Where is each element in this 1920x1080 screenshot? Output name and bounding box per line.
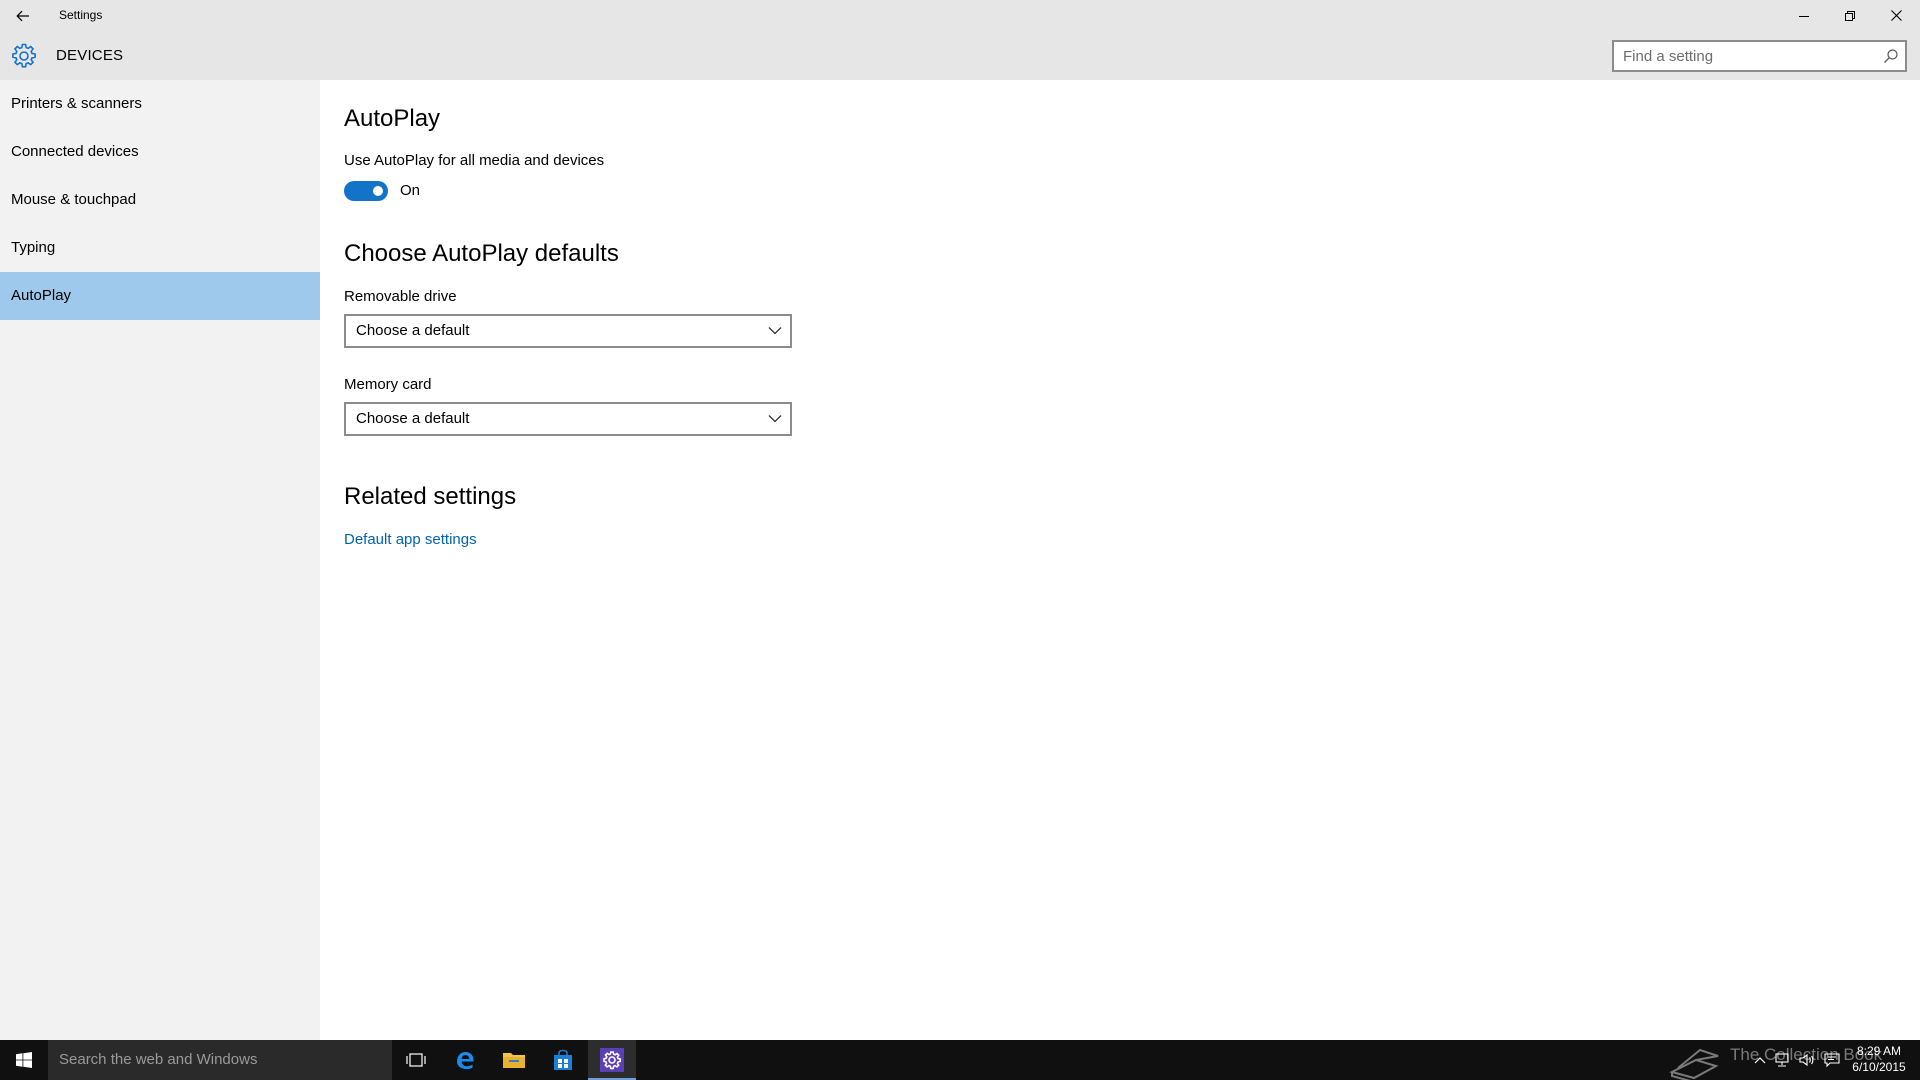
main-content: AutoPlay Use AutoPlay for all media and …: [320, 80, 1920, 1040]
removable-drive-value: Choose a default: [356, 322, 470, 339]
volume-icon: [1799, 1053, 1814, 1067]
show-hidden-icons-button[interactable]: [1750, 1050, 1770, 1070]
action-center-button[interactable]: [1822, 1050, 1842, 1070]
gear-icon: [12, 43, 36, 68]
clock-time: 8:29 AM: [1856, 1044, 1902, 1058]
sidebar-item-typing[interactable]: Typing: [0, 224, 320, 272]
clock-date: 6/10/2015: [1852, 1060, 1906, 1074]
sidebar-item-mouse-touchpad[interactable]: Mouse & touchpad: [0, 176, 320, 224]
minimize-icon: [1799, 15, 1809, 17]
sidebar-item-autoplay[interactable]: AutoPlay: [0, 272, 320, 320]
file-explorer-taskbar-button[interactable]: [490, 1040, 538, 1080]
related-settings-heading: Related settings: [344, 483, 517, 510]
back-arrow-icon: [16, 10, 29, 21]
volume-tray-button[interactable]: [1797, 1050, 1817, 1070]
sidebar: Printers & scanners Connected devices Mo…: [0, 80, 320, 1040]
section-title: DEVICES: [56, 47, 124, 64]
removable-drive-label: Removable drive: [344, 288, 457, 305]
minimize-button[interactable]: [1781, 0, 1827, 31]
notification-icon: [1824, 1053, 1840, 1067]
title-bar: Settings: [0, 0, 1920, 31]
taskbar-search-placeholder: Search the web and Windows: [59, 1051, 258, 1068]
settings-taskbar-button[interactable]: [588, 1040, 636, 1080]
autoplay-toggle-switch[interactable]: [344, 181, 388, 201]
settings-gear-icon: [600, 1048, 624, 1072]
memory-card-label: Memory card: [344, 376, 432, 393]
chevron-up-icon: [1754, 1057, 1766, 1064]
sidebar-item-printers-scanners[interactable]: Printers & scanners: [0, 80, 320, 128]
chevron-down-icon: [768, 415, 782, 423]
edge-taskbar-button[interactable]: [441, 1040, 489, 1080]
task-view-button[interactable]: [392, 1040, 440, 1080]
toggle-knob: [373, 186, 383, 196]
store-bag-icon: [554, 1049, 572, 1070]
close-button[interactable]: [1873, 0, 1919, 31]
store-taskbar-button[interactable]: [539, 1040, 587, 1080]
memory-card-value: Choose a default: [356, 410, 470, 427]
removable-drive-dropdown[interactable]: Choose a default: [344, 314, 792, 348]
find-setting-search[interactable]: [1612, 40, 1907, 72]
chevron-down-icon: [768, 327, 782, 335]
toggle-state-label: On: [400, 182, 421, 199]
taskbar-clock[interactable]: 8:29 AM 6/10/2015: [1846, 1043, 1912, 1075]
search-icon[interactable]: [1883, 48, 1899, 64]
autoplay-toggle-label: Use AutoPlay for all media and devices: [344, 152, 605, 169]
taskbar-search-box[interactable]: Search the web and Windows: [48, 1040, 392, 1080]
settings-header: DEVICES: [0, 31, 1920, 80]
sidebar-item-connected-devices[interactable]: Connected devices: [0, 128, 320, 176]
watermark-book-icon: [1669, 1048, 1719, 1080]
find-setting-input[interactable]: [1623, 42, 1873, 70]
restore-icon: [1845, 10, 1855, 21]
task-view-icon: [406, 1053, 426, 1067]
restore-button[interactable]: [1827, 0, 1873, 31]
close-icon: [1890, 10, 1902, 21]
default-app-settings-link[interactable]: Default app settings: [344, 531, 477, 548]
edge-browser-icon: [457, 1052, 474, 1070]
back-button[interactable]: [8, 0, 38, 31]
network-tray-button[interactable]: [1772, 1050, 1792, 1070]
network-icon: [1775, 1053, 1789, 1067]
window-title: Settings: [59, 8, 103, 22]
defaults-heading: Choose AutoPlay defaults: [344, 240, 619, 267]
windows-logo-icon: [16, 1052, 32, 1068]
start-button[interactable]: [0, 1040, 48, 1080]
folder-icon: [503, 1053, 525, 1068]
page-title: AutoPlay: [344, 105, 441, 132]
memory-card-dropdown[interactable]: Choose a default: [344, 402, 792, 436]
taskbar: Search the web and Windows The Collectio…: [0, 1040, 1920, 1080]
